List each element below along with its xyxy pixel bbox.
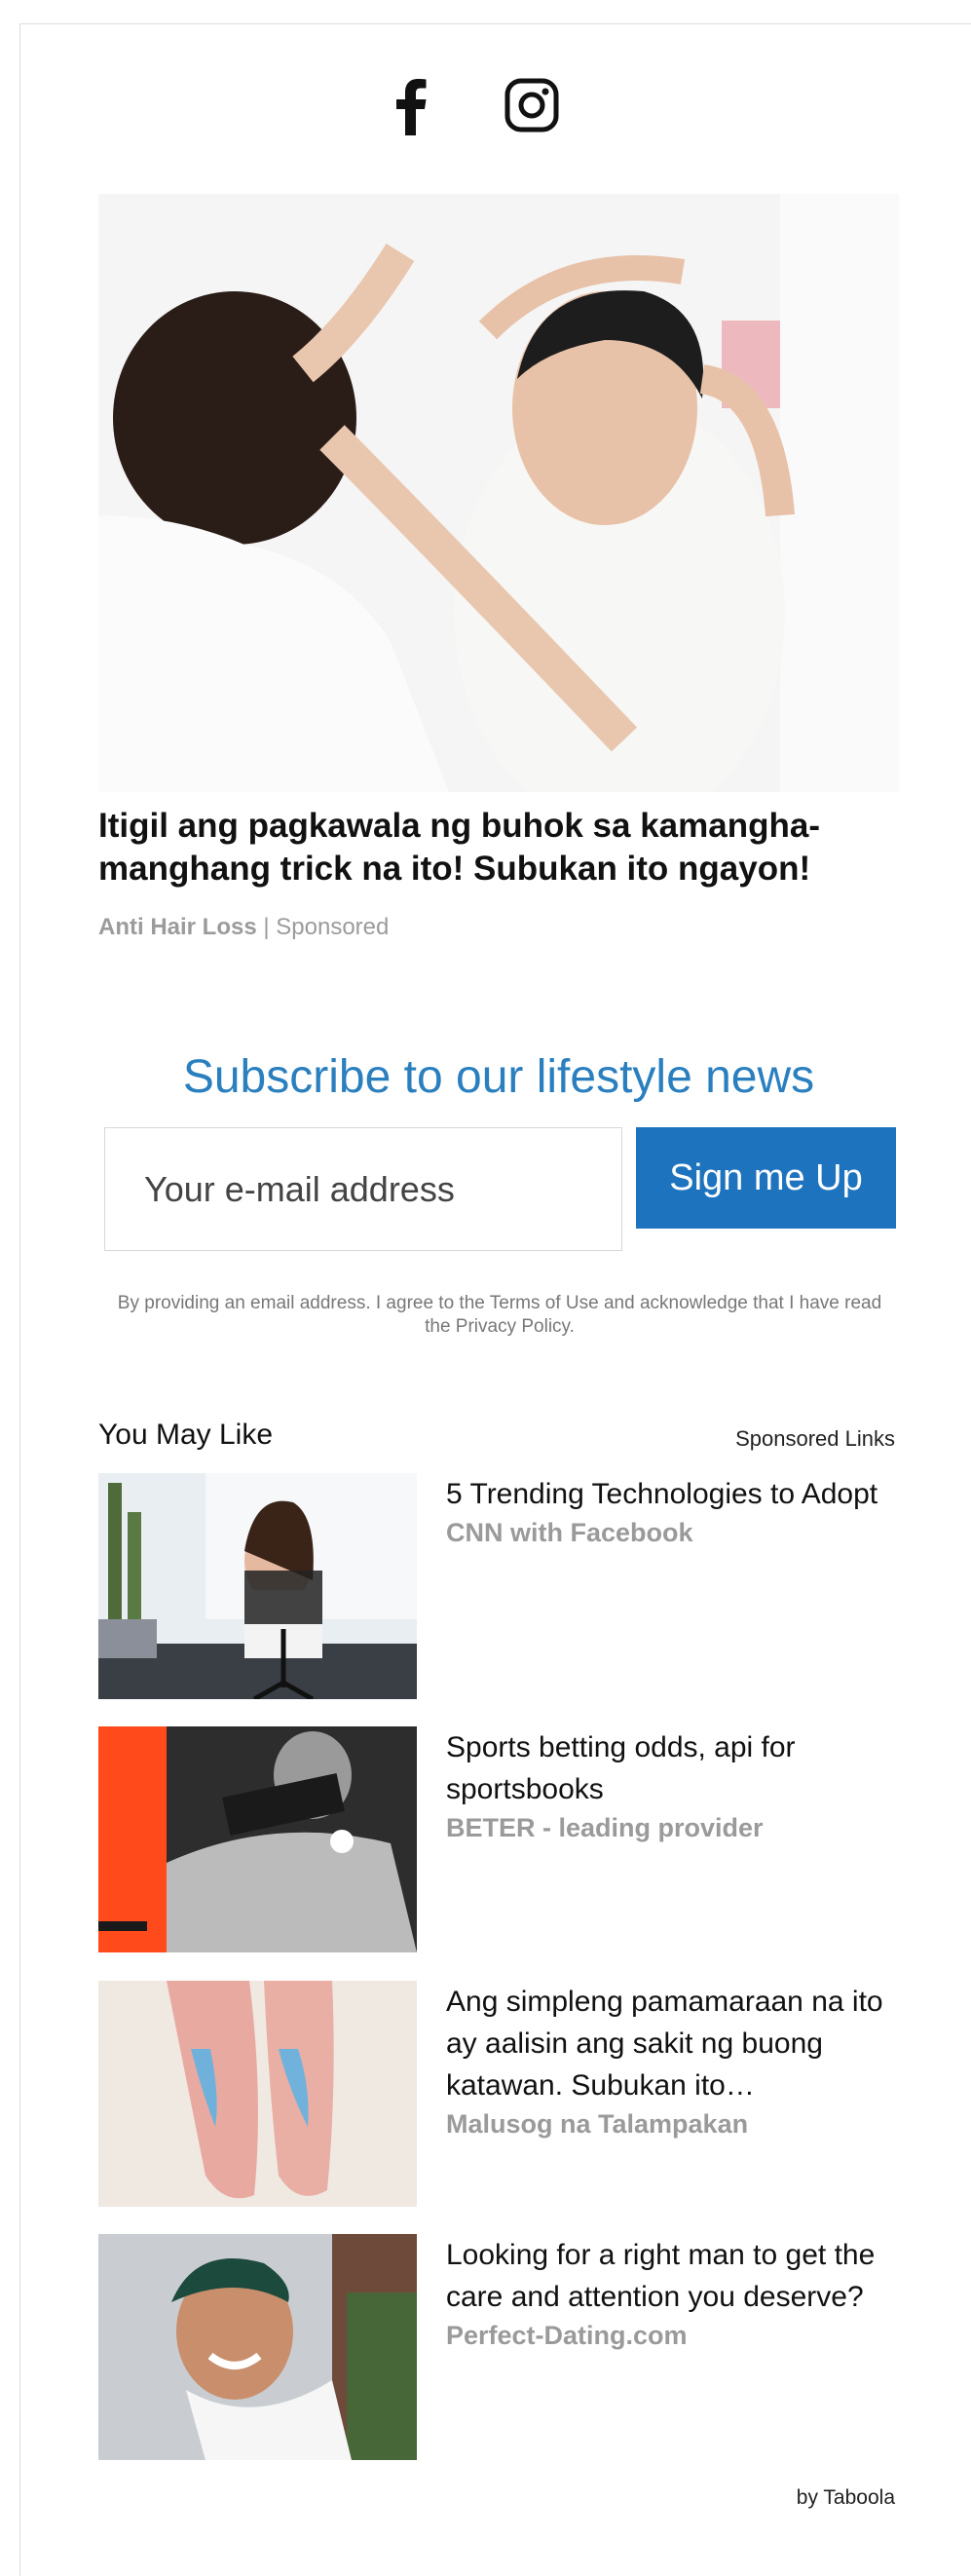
email-input[interactable] (104, 1127, 622, 1251)
item-source[interactable]: Perfect-Dating.com (446, 2318, 904, 2353)
item-thumbnail[interactable] (98, 2234, 417, 2460)
hero-ad-headline[interactable]: Itigil ang pagkawala ng buhok sa kamangh… (98, 805, 899, 890)
item-headline[interactable]: Looking for a right man to get the care … (446, 2234, 904, 2318)
item-headline[interactable]: Ang simpleng pamamaraan na ito ay aalisi… (446, 1981, 904, 2106)
item-source[interactable]: BETER - leading provider (446, 1810, 904, 1845)
hero-ad-image[interactable] (98, 194, 899, 792)
meta-separator: | (263, 914, 270, 940)
item-headline[interactable]: 5 Trending Technologies to Adopt (446, 1473, 904, 1515)
taboola-attribution[interactable]: by Taboola (797, 2486, 895, 2510)
hero-ad-brand[interactable]: Anti Hair Loss (98, 914, 257, 940)
item-thumbnail[interactable] (98, 1473, 417, 1699)
item-headline[interactable]: Sports betting odds, api for sportsbooks (446, 1726, 904, 1810)
instagram-icon[interactable] (504, 68, 560, 141)
list-item[interactable]: 5 Trending Technologies to Adopt CNN wit… (98, 1473, 899, 1699)
hero-ad-meta: Anti Hair Loss | Sponsored (98, 914, 389, 941)
item-thumbnail[interactable] (98, 1726, 417, 1952)
item-thumbnail[interactable] (98, 1981, 417, 2207)
item-source[interactable]: CNN with Facebook (446, 1515, 904, 1550)
facebook-icon[interactable] (385, 68, 437, 141)
sponsored-links-label[interactable]: Sponsored Links (735, 1426, 895, 1452)
list-item[interactable]: Looking for a right man to get the care … (98, 2234, 899, 2460)
item-source[interactable]: Malusog na Talampakan (446, 2106, 904, 2141)
sign-up-button[interactable]: Sign me Up (636, 1127, 896, 1229)
legal-notice: By providing an email address. I agree t… (117, 1293, 882, 1337)
list-item[interactable]: Ang simpleng pamamaraan na ito ay aalisi… (98, 1981, 899, 2207)
you-may-like-heading: You May Like (98, 1419, 274, 1451)
subscribe-title: Subscribe to our lifestyle news (182, 1051, 815, 1103)
social-links (385, 68, 560, 141)
sponsored-label: Sponsored (276, 914, 390, 940)
list-item[interactable]: Sports betting odds, api for sportsbooks… (98, 1726, 899, 1952)
